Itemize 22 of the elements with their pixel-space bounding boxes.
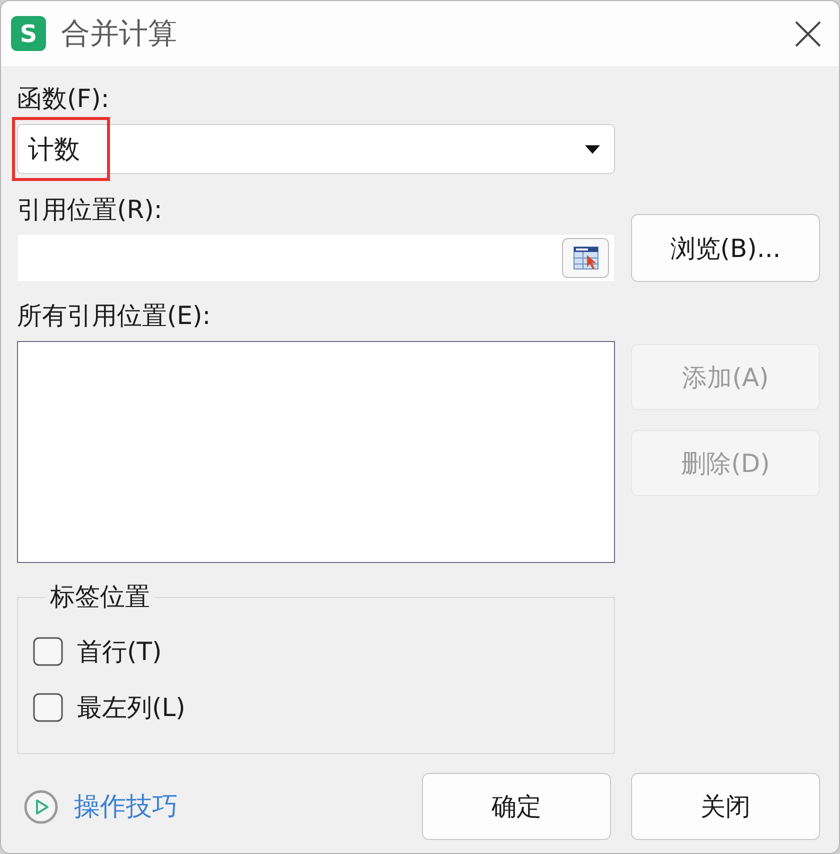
checkbox-label[interactable]: 最左列(L) [77, 690, 186, 724]
app-logo: S [11, 16, 46, 51]
all-references-label: 所有引用位置(E): [17, 300, 211, 332]
reference-field[interactable] [17, 234, 615, 282]
close-dialog-button[interactable]: 关闭 [631, 773, 820, 840]
function-dropdown[interactable]: 计数 [17, 124, 615, 174]
function-label: 函数(F): [17, 83, 110, 115]
caret-icon [585, 144, 600, 154]
checkbox-label[interactable]: 首行(T) [77, 634, 162, 668]
range-picker-button[interactable] [562, 238, 609, 278]
window-title: 合并计算 [61, 14, 177, 52]
table-cursor-icon [572, 246, 598, 270]
close-icon [795, 20, 821, 46]
checkbox[interactable] [33, 692, 63, 722]
close-button[interactable] [795, 20, 821, 46]
checkbox[interactable] [33, 636, 63, 666]
play-circle-icon[interactable] [24, 790, 58, 824]
ok-button[interactable]: 确定 [422, 773, 611, 840]
browse-button[interactable]: 浏览(B)... [631, 214, 820, 282]
reference-label: 引用位置(R): [17, 194, 162, 226]
group-title: 标签位置 [49, 581, 151, 613]
tips-link[interactable]: 操作技巧 [74, 789, 178, 824]
